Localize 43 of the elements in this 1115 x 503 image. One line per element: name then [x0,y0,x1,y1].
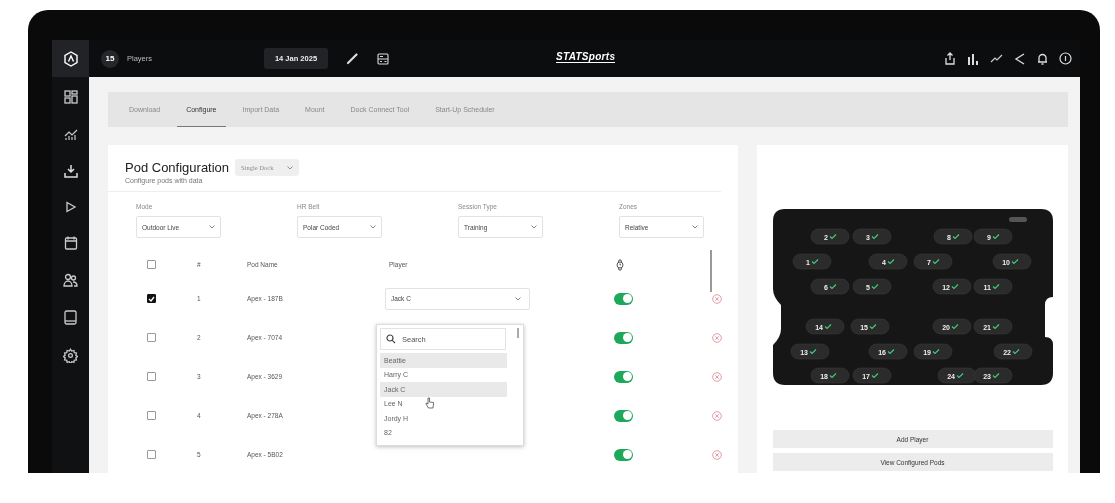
toggle-switch[interactable] [614,331,633,344]
toggle-switch[interactable] [614,370,633,383]
watch-icon [616,258,624,271]
bell-icon[interactable] [1037,52,1048,65]
pencil-icon[interactable] [346,52,359,65]
users-icon[interactable] [63,273,78,287]
tablet-icon[interactable] [64,310,77,325]
calendar-icon[interactable] [63,236,78,250]
row-checkbox[interactable] [147,411,156,420]
row-checkbox[interactable] [147,372,156,381]
chevron-down-icon [515,296,521,301]
download-icon[interactable] [63,164,78,178]
toggle-switch[interactable] [614,292,633,305]
chevron-down-icon [287,165,294,170]
row-checkbox[interactable] [147,294,156,303]
info-icon[interactable] [1059,52,1072,65]
row-checkbox[interactable] [147,450,156,459]
status-light-icon [1008,217,1027,222]
share-icon[interactable] [1014,52,1026,65]
select-all-checkbox[interactable] [147,260,156,269]
hexagon-logo-icon [62,50,79,67]
play-icon[interactable] [64,201,77,213]
chart-icon[interactable] [63,127,78,141]
scrollbar[interactable] [710,250,712,292]
row-checkbox[interactable] [147,333,156,342]
trend-icon[interactable] [990,53,1003,64]
dashboard-icon[interactable] [63,90,78,104]
checkmark-icon [148,295,155,302]
chevron-down-icon [370,225,376,229]
chevron-down-icon [531,225,537,229]
hand-cursor-icon [425,397,434,409]
brand-logo: STATSports [556,51,616,63]
settings-icon[interactable] [63,348,78,363]
chevron-down-icon [209,225,215,229]
chevron-down-icon [692,225,698,229]
page-title: Pod Configuration [125,160,230,175]
bar-chart-icon[interactable] [967,52,979,65]
calculator-icon[interactable] [377,52,389,65]
export-icon[interactable] [944,52,956,65]
app-logo-tile[interactable] [52,40,89,77]
toggle-switch[interactable] [614,409,633,422]
toggle-switch[interactable] [614,448,633,461]
player-count-badge: 15 [101,49,119,68]
